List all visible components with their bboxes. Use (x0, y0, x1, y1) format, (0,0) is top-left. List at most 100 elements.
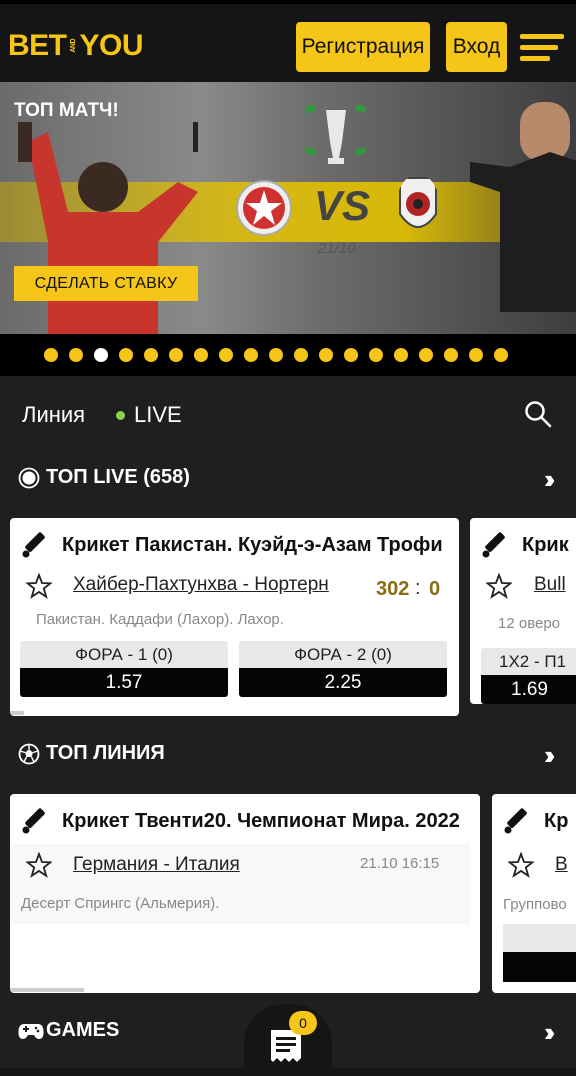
away-team-crest-icon (399, 177, 437, 228)
line-event-card[interactable]: Крикет Твенти20. Чемпионат Мира. 2022 Ге… (10, 794, 480, 993)
odd-button[interactable]: ФОРА - 2 (0) 2.25 (239, 641, 447, 697)
app-root: BET AND YOU Регистрация Вход ТОП МАТЧ! V… (0, 0, 576, 1076)
top-header: BET AND YOU Регистрация Вход (0, 0, 576, 82)
tab-live-label: LIVE (134, 402, 182, 427)
event-teams-link[interactable]: Германия - Италия (73, 854, 240, 876)
cricket-bat-icon (504, 808, 527, 834)
live-event-card[interactable]: Крикет Пакистан. Куэйд-э-Азам Трофи Хайб… (10, 518, 459, 716)
card-scroll-indicator (10, 711, 24, 715)
event-venue: 12 оверо (498, 615, 561, 632)
logo-you: YOU (79, 29, 144, 62)
card-scroll-indicator (10, 988, 84, 992)
event-teams-link[interactable]: Bull (534, 574, 566, 596)
football-icon (18, 743, 40, 764)
event-teams-link[interactable]: В (555, 854, 568, 876)
search-icon[interactable] (524, 400, 552, 428)
carousel-dot[interactable] (194, 348, 208, 362)
carousel-dot[interactable] (169, 348, 183, 362)
player-image (18, 122, 198, 334)
bet-slip-count-badge: 0 (289, 1011, 317, 1035)
card-league-label: Кр (544, 809, 569, 832)
card-league-label: Крик (522, 533, 569, 556)
carousel-dot[interactable] (269, 348, 283, 362)
games-header[interactable]: GAMES (18, 1019, 119, 1042)
event-venue: Десерт Спрингс (Альмерия). (21, 895, 220, 912)
hamburger-menu-icon[interactable] (520, 32, 564, 62)
games-title: GAMES (46, 1019, 120, 1041)
versus-label: VS (314, 182, 371, 229)
score-away: 0 (429, 578, 441, 600)
carousel-dot[interactable] (369, 348, 383, 362)
card-league-label: Крикет Твенти20. Чемпионат Мира. 2022 (62, 809, 460, 832)
odd-label-strip[interactable] (503, 924, 576, 952)
event-teams-link[interactable]: Хайбер-Пахтунхва - Нортерн (73, 574, 329, 596)
cricket-bat-icon (22, 532, 45, 558)
carousel-dot[interactable] (444, 348, 458, 362)
register-button[interactable]: Регистрация (296, 22, 430, 72)
odd-label: 1X2 - П1 (481, 648, 576, 675)
favorite-star-icon[interactable] (26, 573, 52, 599)
top-live-title: ТОП LIVE (658) (46, 466, 190, 488)
carousel-dot[interactable] (344, 348, 358, 362)
carousel-dot[interactable] (69, 348, 83, 362)
carousel-dot[interactable] (219, 348, 233, 362)
odd-value: 2.25 (239, 668, 447, 697)
odd-label: ФОРА - 1 (0) (20, 641, 228, 668)
home-team-crest-icon (236, 180, 292, 236)
carousel-dot[interactable] (244, 348, 258, 362)
odd-button[interactable]: 1X2 - П1 1.69 (481, 648, 576, 704)
banner-title: ТОП МАТЧ! (14, 100, 119, 121)
promo-banner[interactable]: ТОП МАТЧ! VS 21/10 СДЕЛАТЬ СТАВКУ (0, 82, 576, 334)
odd-label: ФОРА - 2 (0) (239, 641, 447, 668)
favorite-star-icon[interactable] (26, 852, 52, 878)
trophy-icon (306, 105, 366, 164)
event-datetime: 21.10 16:15 (360, 855, 440, 872)
favorite-star-icon[interactable] (486, 573, 512, 599)
score-separator: : (415, 577, 421, 599)
carousel-dot[interactable] (44, 348, 58, 362)
event-venue: Пакистан. Каддафи (Лахор). Лахор. (36, 611, 284, 628)
brand-logo[interactable]: BET AND YOU (8, 26, 144, 66)
cricket-bat-icon (22, 808, 45, 834)
carousel-dot[interactable] (119, 348, 133, 362)
favorite-star-icon[interactable] (508, 852, 534, 878)
top-line-header[interactable]: ТОП ЛИНИЯ (18, 742, 165, 765)
top-live-more-icon[interactable]: ›› (544, 464, 556, 495)
carousel-dot[interactable] (394, 348, 408, 362)
tab-live[interactable]: LIVE (116, 402, 182, 428)
top-line-more-icon[interactable]: ›› (544, 740, 556, 771)
line-event-card[interactable]: Кр В Группово (492, 794, 576, 993)
coach-image (470, 102, 576, 312)
carousel-dot[interactable] (294, 348, 308, 362)
odd-value: 1.69 (481, 675, 576, 704)
odd-button[interactable]: ФОРА - 1 (0) 1.57 (20, 641, 228, 697)
odd-value-strip[interactable] (503, 952, 576, 982)
live-circle-icon (18, 467, 40, 488)
bottom-bar (0, 1068, 576, 1076)
carousel-dot[interactable] (144, 348, 158, 362)
login-button[interactable]: Вход (446, 22, 507, 72)
bet-slip-button[interactable] (244, 1004, 332, 1076)
live-event-card[interactable]: Крик Bull 12 оверо 1X2 - П1 1.69 (470, 518, 576, 704)
carousel-dot[interactable] (419, 348, 433, 362)
carousel-dot[interactable] (319, 348, 333, 362)
top-live-header[interactable]: ТОП LIVE (658) (18, 466, 190, 489)
score-home: 302 (376, 578, 410, 600)
games-more-icon[interactable]: ›› (544, 1017, 556, 1048)
logo-bet: BET (8, 29, 67, 62)
top-line-title: ТОП ЛИНИЯ (46, 742, 165, 764)
match-date: 21/10 (318, 240, 356, 257)
tab-line[interactable]: Линия (22, 402, 85, 428)
live-dot-icon (116, 410, 125, 420)
cricket-bat-icon (482, 532, 505, 558)
carousel-dots (0, 334, 576, 376)
card-league: Крикет Твенти20. Чемпионат Мира. 2022 (20, 806, 460, 836)
carousel-dot[interactable] (94, 348, 108, 362)
place-bet-button[interactable]: СДЕЛАТЬ СТАВКУ (14, 266, 198, 301)
card-league: Крик (480, 530, 569, 560)
carousel-dot[interactable] (469, 348, 483, 362)
logo-and: AND (69, 39, 77, 53)
card-league-label: Крикет Пакистан. Куэйд-э-Азам Трофи (62, 533, 443, 556)
card-league: Крикет Пакистан. Куэйд-э-Азам Трофи (20, 530, 443, 560)
carousel-dot[interactable] (494, 348, 508, 362)
